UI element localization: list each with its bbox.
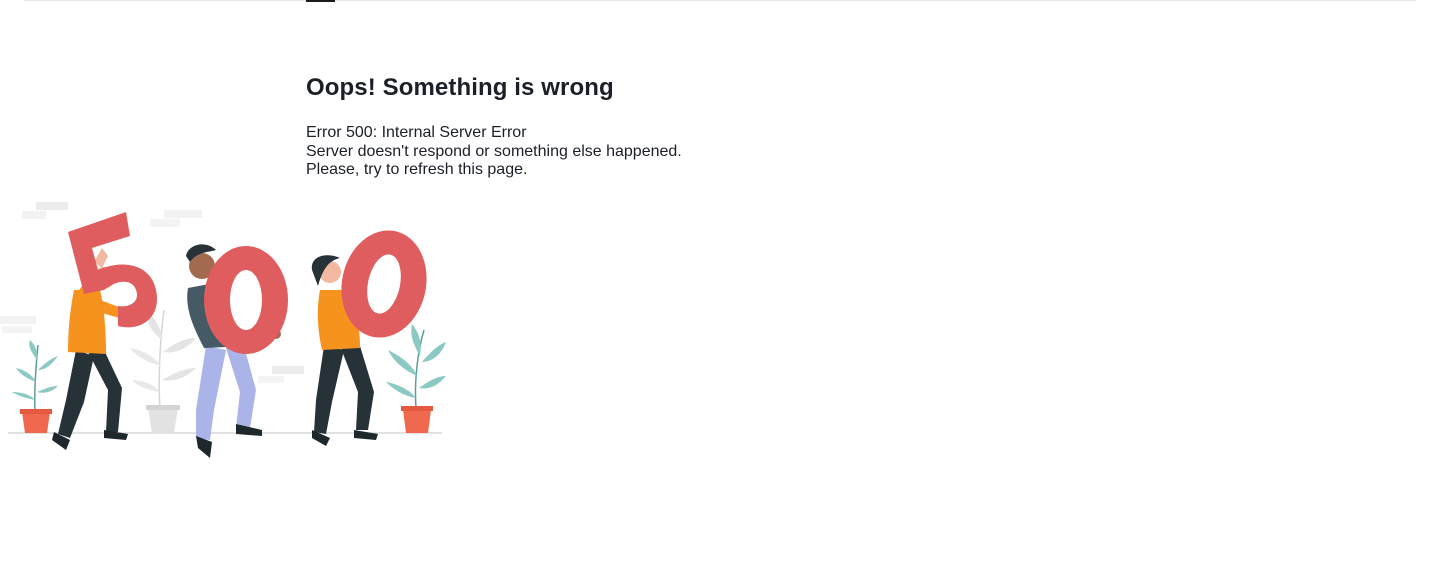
right-plant-icon (386, 324, 446, 433)
left-plant-icon (12, 340, 58, 433)
error-500-illustration (0, 202, 446, 458)
error-title: Oops! Something is wrong (306, 74, 614, 101)
error-description-line: Server doesn't respond or something else… (306, 142, 682, 160)
error-message: Error 500: Internal Server Error Server … (306, 124, 682, 180)
error-code-line: Error 500: Internal Server Error (306, 124, 527, 141)
middle-plant-icon (130, 309, 196, 433)
error-page: Oops! Something is wrong Error 500: Inte… (0, 0, 1440, 579)
active-tab-indicator (306, 0, 335, 2)
header-divider (24, 0, 1416, 1)
error-advice-line: Please, try to refresh this page. (306, 161, 528, 178)
digit-zero-middle-icon (204, 246, 288, 354)
